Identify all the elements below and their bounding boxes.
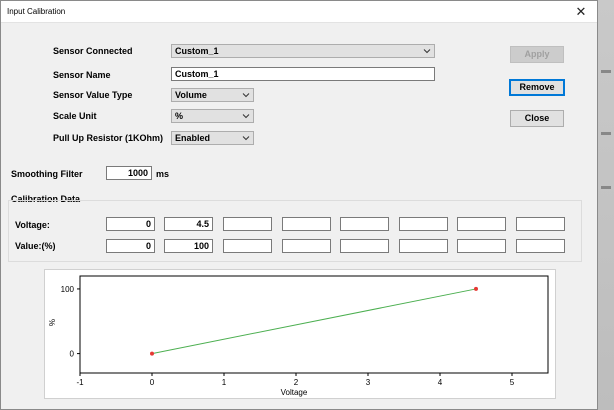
sensor-connected-value: Custom_1 <box>175 46 219 56</box>
chevron-down-icon <box>423 49 431 54</box>
scale-unit-label: Scale Unit <box>53 111 97 121</box>
sensor-name-input[interactable]: Custom_1 <box>171 67 435 81</box>
voltage-cell-4[interactable] <box>282 217 331 231</box>
background-edge-mark <box>601 132 611 135</box>
calibration-chart-svg: -1 0 1 2 3 4 5 0 100 Voltage% <box>48 275 549 397</box>
pull-up-resistor-label: Pull Up Resistor (1KOhm) <box>53 133 164 143</box>
value-cell-4[interactable] <box>282 239 331 253</box>
plot-area-frame <box>79 275 549 374</box>
data-point <box>150 351 154 356</box>
sensor-connected-select[interactable]: Custom_1 <box>171 44 435 58</box>
sensor-value-type-select[interactable]: Volume <box>171 88 254 102</box>
pull-up-resistor-select[interactable]: Enabled <box>171 131 254 145</box>
x-tick-label: 0 <box>150 378 155 387</box>
sensor-value-type-label: Sensor Value Type <box>53 90 133 100</box>
x-axis-label: Voltage <box>281 388 308 397</box>
value-cell-1[interactable]: 0 <box>106 239 155 253</box>
x-tick-label: -1 <box>76 378 84 387</box>
voltage-cell-8[interactable] <box>516 217 565 231</box>
value-cell-2[interactable]: 100 <box>164 239 213 253</box>
sensor-value-type-value: Volume <box>175 90 207 100</box>
value-cell-7[interactable] <box>457 239 506 253</box>
x-tick-label: 1 <box>222 378 227 387</box>
data-point <box>474 286 478 291</box>
x-tick-label: 4 <box>438 378 443 387</box>
smoothing-filter-input[interactable]: 1000 <box>106 166 152 180</box>
remove-button[interactable]: Remove <box>509 79 565 96</box>
background-edge-mark <box>601 70 611 73</box>
apply-button[interactable]: Apply <box>510 46 564 63</box>
scale-unit-select[interactable]: % <box>171 109 254 123</box>
value-cell-8[interactable] <box>516 239 565 253</box>
value-cell-5[interactable] <box>340 239 389 253</box>
background-edge-mark <box>601 186 611 189</box>
smoothing-filter-label: Smoothing Filter <box>11 169 83 179</box>
y-tick-label: 100 <box>61 285 75 294</box>
y-axis-label: % <box>48 319 57 326</box>
scale-unit-value: % <box>175 111 184 121</box>
x-tick-label: 2 <box>294 378 299 387</box>
voltage-cell-1[interactable]: 0 <box>106 217 155 231</box>
voltage-row-label: Voltage: <box>15 220 50 230</box>
chevron-down-icon <box>242 136 250 141</box>
x-tick-label: 3 <box>366 378 371 387</box>
title-bar: Input Calibration ✕ <box>1 1 597 23</box>
y-tick-label: 0 <box>70 350 75 359</box>
voltage-cell-7[interactable] <box>457 217 506 231</box>
calibration-chart: -1 0 1 2 3 4 5 0 100 Voltage% <box>44 269 556 399</box>
close-button[interactable]: Close <box>510 110 564 127</box>
voltage-cell-6[interactable] <box>399 217 448 231</box>
value-row-label: Value:(%) <box>15 241 56 251</box>
pull-up-resistor-value: Enabled <box>175 133 211 143</box>
chevron-down-icon <box>242 114 250 119</box>
voltage-cell-3[interactable] <box>223 217 272 231</box>
background-window-edge <box>598 0 614 410</box>
value-cell-6[interactable] <box>399 239 448 253</box>
chevron-down-icon <box>242 93 250 98</box>
value-cell-3[interactable] <box>223 239 272 253</box>
sensor-connected-label: Sensor Connected <box>53 46 133 56</box>
window-title: Input Calibration <box>7 7 66 16</box>
smoothing-filter-unit: ms <box>156 169 170 179</box>
sensor-name-label: Sensor Name <box>53 70 111 80</box>
close-window-icon[interactable]: ✕ <box>569 2 593 21</box>
voltage-cell-5[interactable] <box>340 217 389 231</box>
input-calibration-dialog: Input Calibration ✕ Sensor Connected Cus… <box>0 0 598 410</box>
voltage-cell-2[interactable]: 4.5 <box>164 217 213 231</box>
x-tick-label: 5 <box>510 378 515 387</box>
